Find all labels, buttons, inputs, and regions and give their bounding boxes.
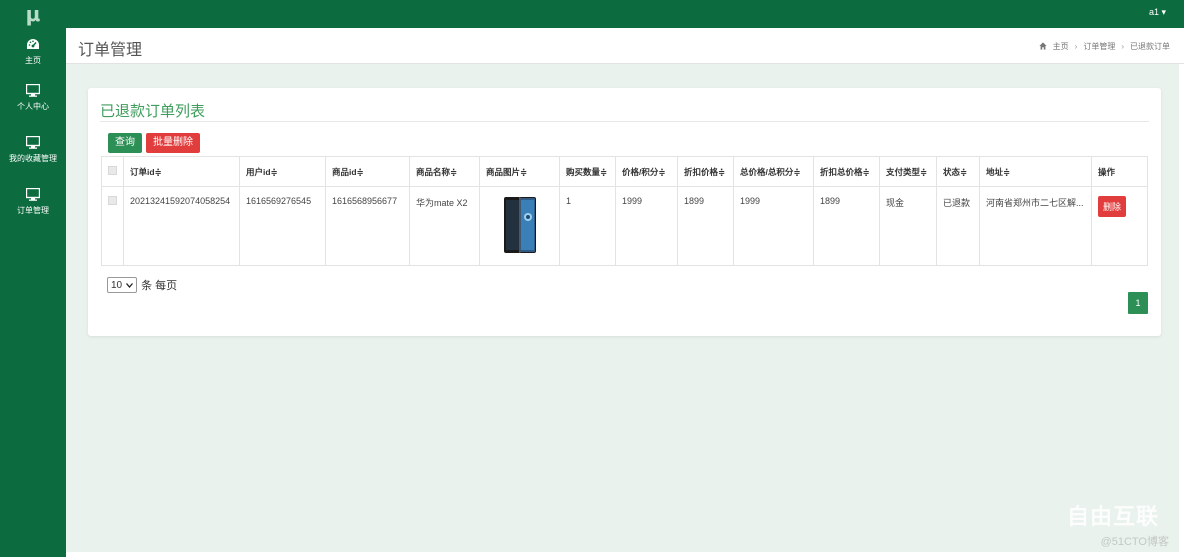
- monitor-icon: [25, 82, 41, 98]
- sidebar-item-label: 我的收藏管理: [9, 154, 57, 163]
- top-navbar: a1 ▾: [66, 0, 1184, 28]
- cell-address: 河南省郑州市二七区解...: [979, 186, 1092, 266]
- user-menu[interactable]: a1 ▾: [1149, 7, 1166, 18]
- main-content: 已退款订单列表 查询 批量删除 订单id≑ 用户id≑ 商品id≑ 商品名称≑ …: [66, 64, 1179, 557]
- title-bar: 订单管理 主页 › 订单管理 › 已退款订单: [66, 28, 1184, 64]
- column-header-goods-name[interactable]: 商品名称≑: [409, 156, 480, 187]
- monitor-icon: [25, 134, 41, 150]
- query-button[interactable]: 查询: [108, 133, 142, 153]
- cell-user-id: 1616569276545: [239, 186, 326, 266]
- breadcrumb-separator: ›: [1121, 42, 1124, 51]
- column-header-goods-id[interactable]: 商品id≑: [325, 156, 410, 187]
- column-header-discount-price[interactable]: 折扣价格≑: [677, 156, 734, 187]
- column-header-order-id[interactable]: 订单id≑: [123, 156, 240, 187]
- select-all-checkbox[interactable]: [108, 166, 117, 175]
- sidebar-item-favorites[interactable]: 我的收藏管理: [0, 134, 66, 182]
- refunded-orders-panel: 已退款订单列表 查询 批量删除 订单id≑ 用户id≑ 商品id≑ 商品名称≑ …: [88, 88, 1161, 336]
- table-header-row: 订单id≑ 用户id≑ 商品id≑ 商品名称≑ 商品图片≑ 购买数量≑ 价格/积…: [101, 156, 1148, 187]
- monitor-icon: [25, 186, 41, 202]
- cell-goods-id: 1616568956677: [325, 186, 410, 266]
- page-size-value: 10: [111, 279, 123, 291]
- breadcrumb-orders[interactable]: 订单管理: [1083, 41, 1115, 52]
- orders-table: 订单id≑ 用户id≑ 商品id≑ 商品名称≑ 商品图片≑ 购买数量≑ 价格/积…: [101, 156, 1148, 266]
- dashboard-icon: [25, 36, 41, 52]
- sidebar-item-profile[interactable]: 个人中心: [0, 82, 66, 130]
- cell-pay-type: 现金: [879, 186, 937, 266]
- breadcrumb-separator: ›: [1074, 42, 1078, 51]
- panel-title: 已退款订单列表: [100, 103, 206, 120]
- sidebar: μ 主页 个人中心 我的收藏管理 订单管理: [0, 0, 66, 557]
- cell-goods-name: 华为mate X2: [409, 186, 480, 266]
- sidebar-item-label: 主页: [25, 56, 41, 65]
- sidebar-item-label: 个人中心: [17, 102, 49, 111]
- divider: [100, 121, 1149, 122]
- home-icon: [1039, 41, 1047, 52]
- watermark-text: @51CTO博客: [1100, 536, 1169, 548]
- product-image[interactable]: [502, 195, 538, 255]
- column-header-address[interactable]: 地址≑: [979, 156, 1092, 187]
- column-header-pay-type[interactable]: 支付类型≑: [879, 156, 937, 187]
- column-header-actions: 操作: [1091, 156, 1148, 187]
- column-header-total-price[interactable]: 总价格/总积分≑: [733, 156, 814, 187]
- column-header-goods-image[interactable]: 商品图片≑: [479, 156, 560, 187]
- breadcrumb-home[interactable]: 主页: [1053, 41, 1069, 52]
- select-all-header: [101, 156, 124, 187]
- sidebar-item-home[interactable]: 主页: [0, 36, 66, 78]
- watermark-logo: 自由互联: [1066, 505, 1159, 530]
- page-button-current[interactable]: 1: [1128, 292, 1148, 314]
- column-header-discount-total[interactable]: 折扣总价格≑: [813, 156, 880, 187]
- sidebar-item-label: 订单管理: [17, 206, 49, 215]
- cell-quantity: 1: [559, 186, 616, 266]
- bottom-edge: [66, 552, 1184, 557]
- cell-discount-price: 1899: [677, 186, 734, 266]
- cell-status: 已退款: [936, 186, 980, 266]
- cell-price: 1999: [615, 186, 678, 266]
- app-logo: μ: [25, 2, 41, 26]
- address-text: 河南省郑州市二七区解...: [986, 198, 1084, 208]
- row-checkbox[interactable]: [108, 196, 117, 205]
- batch-delete-button[interactable]: 批量删除: [146, 133, 200, 153]
- sidebar-item-orders[interactable]: 订单管理: [0, 186, 66, 234]
- column-header-price[interactable]: 价格/积分≑: [615, 156, 678, 187]
- cell-discount-total: 1899: [813, 186, 880, 266]
- page-size-control: 10 条 每页: [107, 277, 177, 293]
- delete-button[interactable]: 删除: [1098, 196, 1127, 217]
- cell-order-id: 20213241592074058254: [123, 186, 240, 266]
- column-header-quantity[interactable]: 购买数量≑: [559, 156, 616, 187]
- row-select-cell: [101, 186, 124, 266]
- cell-total-price: 1999: [733, 186, 814, 266]
- page-title: 订单管理: [78, 42, 143, 59]
- column-header-status[interactable]: 状态≑: [936, 156, 980, 187]
- breadcrumb-refunded: 已退款订单: [1130, 42, 1170, 51]
- chevron-down-icon: [126, 280, 134, 291]
- table-row: 20213241592074058254 1616569276545 16165…: [101, 186, 1148, 266]
- cell-goods-image: [479, 186, 560, 266]
- breadcrumb: 主页 › 订单管理 › 已退款订单: [1039, 41, 1170, 52]
- page-size-label: 条 每页: [141, 280, 178, 292]
- column-header-user-id[interactable]: 用户id≑: [239, 156, 326, 187]
- page-size-select[interactable]: 10: [107, 277, 138, 293]
- cell-actions: 删除: [1091, 186, 1148, 266]
